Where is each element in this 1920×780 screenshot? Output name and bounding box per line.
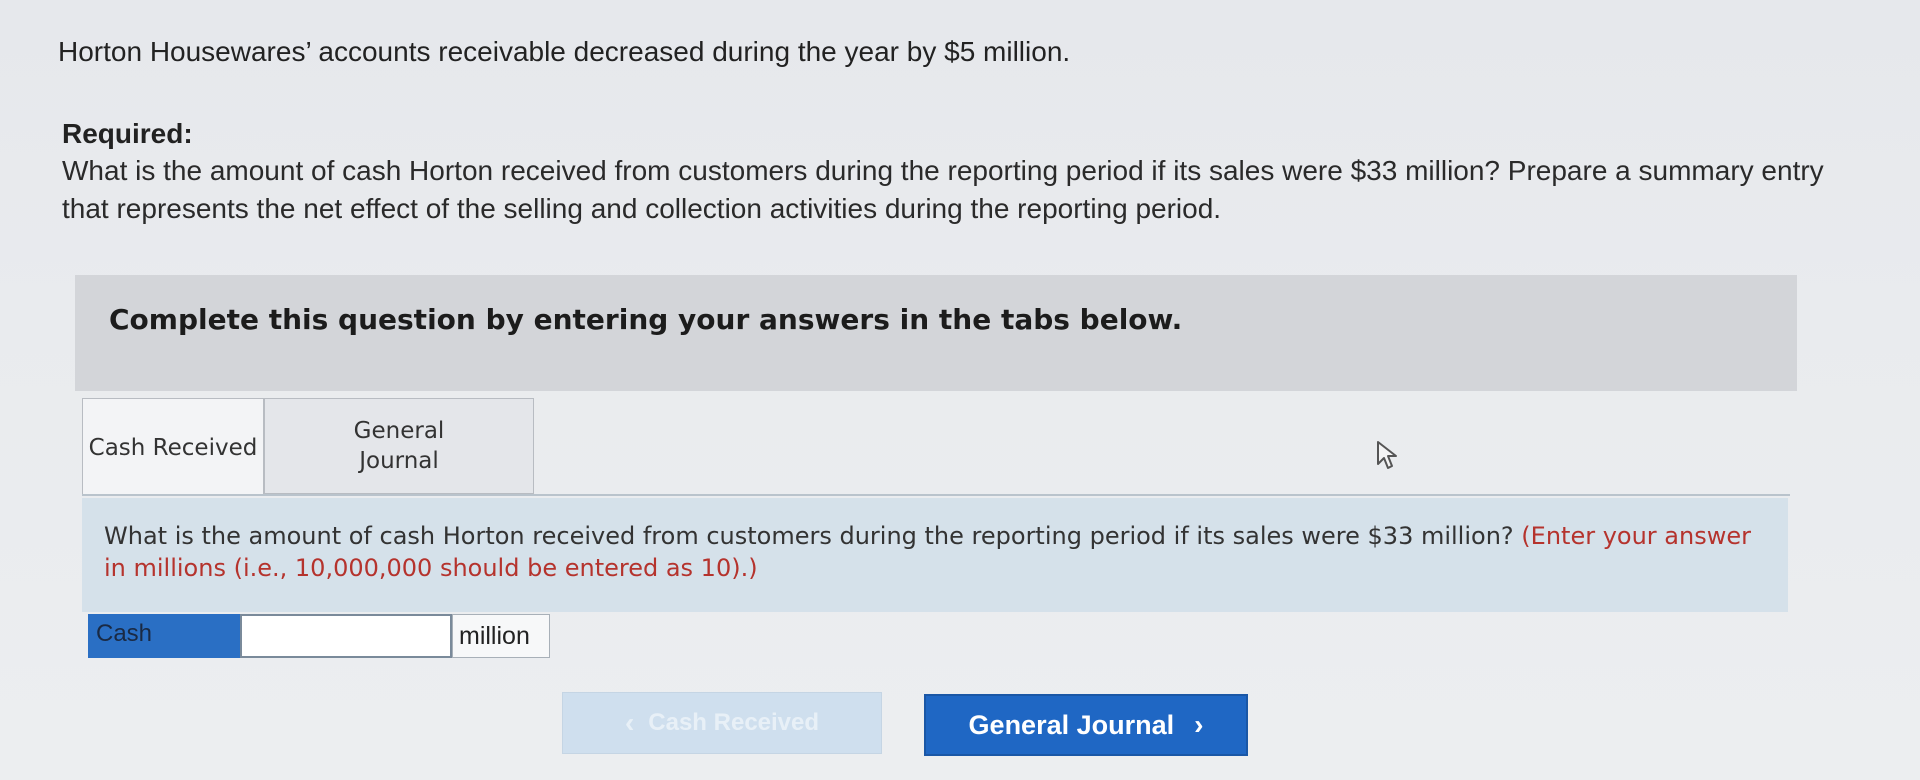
problem-intro: Horton Housewares’ accounts receivable d… [58,36,1071,67]
tab-general-journal[interactable]: General Journal [264,398,534,494]
question-main: What is the amount of cash Horton receiv… [104,522,1514,550]
instruction-banner-text: Complete this question by entering your … [109,303,1183,336]
next-tab-label: General Journal [968,709,1175,740]
tab-cash-received[interactable]: Cash Received [82,398,264,496]
required-label: Required: [62,118,193,149]
required-text: What is the amount of cash Horton receiv… [62,155,1824,224]
cash-label: Cash [88,614,240,658]
unit-label: million [452,614,550,658]
instruction-banner: Complete this question by entering your … [75,275,1797,391]
mouse-cursor-icon [1377,441,1397,469]
tab-divider [82,494,1790,496]
cash-amount-input[interactable] [240,614,452,658]
question-text: What is the amount of cash Horton receiv… [104,520,1764,584]
prev-tab-button[interactable]: ‹ Cash Received [562,692,882,754]
chevron-left-icon: ‹ [624,707,635,738]
question-panel: What is the amount of cash Horton receiv… [82,498,1788,612]
prev-tab-label: Cash Received [648,709,820,736]
next-tab-button[interactable]: General Journal › [924,694,1248,756]
chevron-right-icon: › [1194,709,1204,740]
tab-general-journal-label: General Journal [353,418,445,474]
